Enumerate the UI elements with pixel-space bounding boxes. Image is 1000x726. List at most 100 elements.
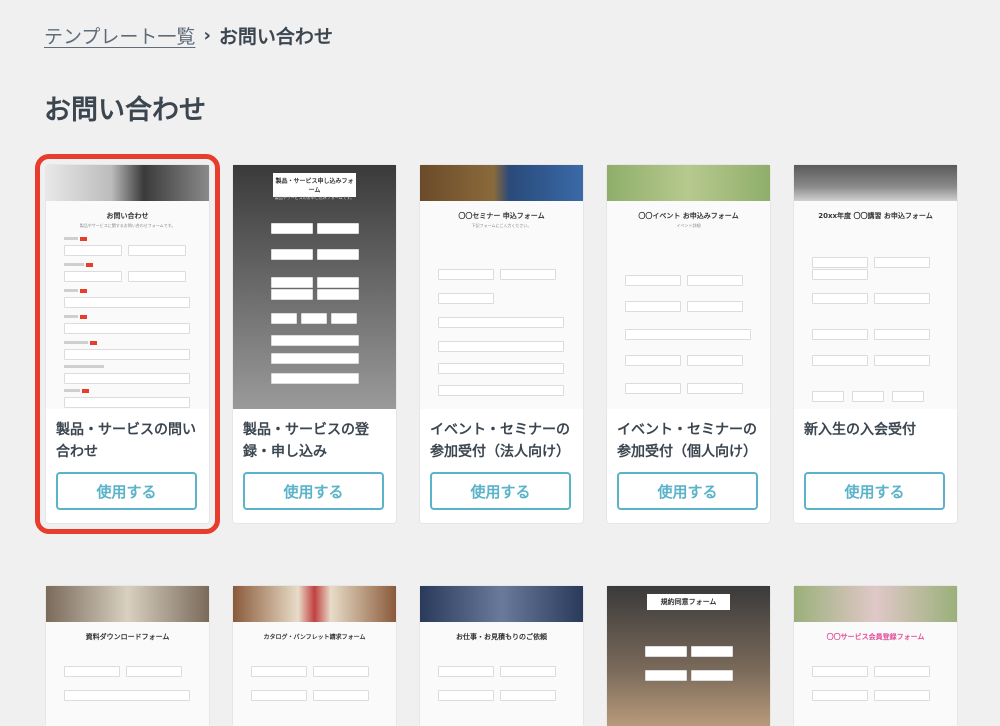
template-preview[interactable]: 製品・サービス申し込みフォーム 製品やサービスのお申し込みフォームです。 xyxy=(233,165,396,409)
preview-photo xyxy=(233,586,396,622)
preview-input xyxy=(625,355,681,366)
preview-input xyxy=(438,690,494,701)
preview-input xyxy=(812,355,868,366)
required-badge xyxy=(80,315,87,319)
preview-form-title: 〇〇サービス会員登録フォーム xyxy=(826,633,925,641)
template-preview[interactable]: 規約同意フォーム xyxy=(607,586,770,726)
preview-input xyxy=(313,666,369,677)
template-preview[interactable]: 〇〇セミナー 申込フォーム 下記フォームにご入力ください。 xyxy=(420,165,583,409)
preview-form-desc: イベント詳細 xyxy=(676,223,701,228)
preview-photo xyxy=(794,586,957,622)
preview-input xyxy=(64,271,122,282)
preview-input xyxy=(500,666,556,677)
template-card[interactable]: 製品・サービス申し込みフォーム 製品やサービスのお申し込みフォームです。 製品・… xyxy=(233,165,396,523)
template-preview[interactable]: 20xx年度 〇〇講習 お申込フォーム xyxy=(794,165,957,409)
preview-input xyxy=(271,353,359,364)
preview-form-title: 規約同意フォーム xyxy=(647,594,730,610)
preview-input xyxy=(687,383,743,394)
template-card-title: 新入生の入会受付 xyxy=(804,422,916,438)
preview-input xyxy=(874,329,930,340)
preview-input xyxy=(317,223,359,234)
preview-input xyxy=(331,313,357,324)
preview-photo xyxy=(794,165,957,201)
preview-input xyxy=(64,297,190,308)
template-card[interactable]: 規約同意フォーム xyxy=(607,586,770,726)
preview-input xyxy=(687,355,743,366)
preview-form-title: お問い合わせ xyxy=(106,212,149,220)
preview-input xyxy=(500,269,556,280)
chevron-right-icon: › xyxy=(203,25,211,46)
preview-input xyxy=(892,391,924,402)
preview-form-desc: 下記フォームにご入力ください。 xyxy=(471,223,532,228)
use-template-button[interactable]: 使用する xyxy=(243,472,384,510)
template-card[interactable]: お仕事・お見積もりのご依頼 xyxy=(420,586,583,726)
template-card[interactable]: 20xx年度 〇〇講習 お申込フォーム 新入生の入会受付 使用する xyxy=(794,165,957,523)
template-card[interactable]: カタログ・パンフレット請求フォーム xyxy=(233,586,396,726)
preview-form-title: 〇〇イベント お申込みフォーム xyxy=(638,212,739,220)
preview-input xyxy=(271,373,359,384)
template-preview[interactable]: 〇〇サービス会員登録フォーム xyxy=(794,586,957,726)
page-title: お問い合わせ xyxy=(44,95,206,126)
preview-form-title: カタログ・パンフレット請求フォーム xyxy=(263,634,366,641)
preview-input xyxy=(625,275,681,286)
template-preview[interactable]: お問い合わせ 製品やサービスに関するお問い合わせフォームです。 xyxy=(46,165,209,409)
preview-form-title: 〇〇セミナー 申込フォーム xyxy=(458,212,545,220)
preview-photo xyxy=(46,586,209,622)
preview-form-desc: 製品やサービスに関するお問い合わせフォームです。 xyxy=(79,223,176,228)
preview-input xyxy=(271,277,313,288)
preview-input xyxy=(812,690,868,701)
template-preview[interactable]: お仕事・お見積もりのご依頼 xyxy=(420,586,583,726)
preview-input xyxy=(317,289,359,300)
preview-input xyxy=(128,245,186,256)
template-card[interactable]: 資料ダウンロードフォーム xyxy=(46,586,209,726)
template-preview[interactable]: 資料ダウンロードフォーム xyxy=(46,586,209,726)
preview-input xyxy=(438,385,564,396)
template-card[interactable]: 〇〇サービス会員登録フォーム xyxy=(794,586,957,726)
use-template-button[interactable]: 使用する xyxy=(617,472,758,510)
preview-input xyxy=(625,301,681,312)
preview-photo xyxy=(46,165,209,201)
template-preview[interactable]: 〇〇イベント お申込みフォーム イベント詳細 xyxy=(607,165,770,409)
preview-input xyxy=(271,249,313,260)
template-card-title: イベント・セミナーの参加受付（個人向け） xyxy=(617,422,757,460)
preview-label xyxy=(64,315,78,318)
template-card[interactable]: 〇〇イベント お申込みフォーム イベント詳細 イベント・セミナーの参加受付（個人… xyxy=(607,165,770,523)
preview-photo xyxy=(607,165,770,201)
use-template-button[interactable]: 使用する xyxy=(430,472,571,510)
preview-label xyxy=(64,263,84,266)
required-badge xyxy=(80,237,87,241)
preview-input xyxy=(625,329,751,340)
preview-label xyxy=(64,341,88,344)
preview-input xyxy=(271,335,359,346)
template-card[interactable]: お問い合わせ 製品やサービスに関するお問い合わせフォームです。 製品・サービスの… xyxy=(35,154,220,534)
preview-input xyxy=(271,223,313,234)
template-card-title: イベント・セミナーの参加受付（法人向け） xyxy=(430,422,570,460)
preview-input xyxy=(301,313,327,324)
preview-label xyxy=(64,389,80,392)
template-card[interactable]: 〇〇セミナー 申込フォーム 下記フォームにご入力ください。 イベント・セミナーの… xyxy=(420,165,583,523)
template-preview[interactable]: カタログ・パンフレット請求フォーム xyxy=(233,586,396,726)
preview-input xyxy=(438,317,564,328)
use-template-button[interactable]: 使用する xyxy=(56,472,197,510)
preview-input xyxy=(874,690,930,701)
preview-input xyxy=(812,329,868,340)
use-template-button[interactable]: 使用する xyxy=(804,472,945,510)
preview-input xyxy=(251,690,307,701)
preview-input xyxy=(313,690,369,701)
preview-input xyxy=(687,301,743,312)
preview-input xyxy=(64,245,122,256)
preview-input xyxy=(438,666,494,677)
preview-input xyxy=(812,293,868,304)
preview-input xyxy=(271,289,313,300)
preview-input xyxy=(874,355,930,366)
preview-form-title: 製品・サービス申し込みフォーム xyxy=(273,173,356,197)
preview-input xyxy=(812,666,868,677)
preview-input xyxy=(812,269,868,280)
required-badge xyxy=(82,389,89,393)
breadcrumb-current: お問い合わせ xyxy=(218,26,333,48)
template-card-title: 製品・サービスの問い合わせ xyxy=(56,422,196,460)
preview-photo xyxy=(420,165,583,201)
preview-form-desc: 製品やサービスのお申し込みフォームです。 xyxy=(274,195,355,200)
breadcrumb-link-template-list[interactable]: テンプレート一覧 xyxy=(44,22,195,49)
preview-input xyxy=(64,690,190,701)
